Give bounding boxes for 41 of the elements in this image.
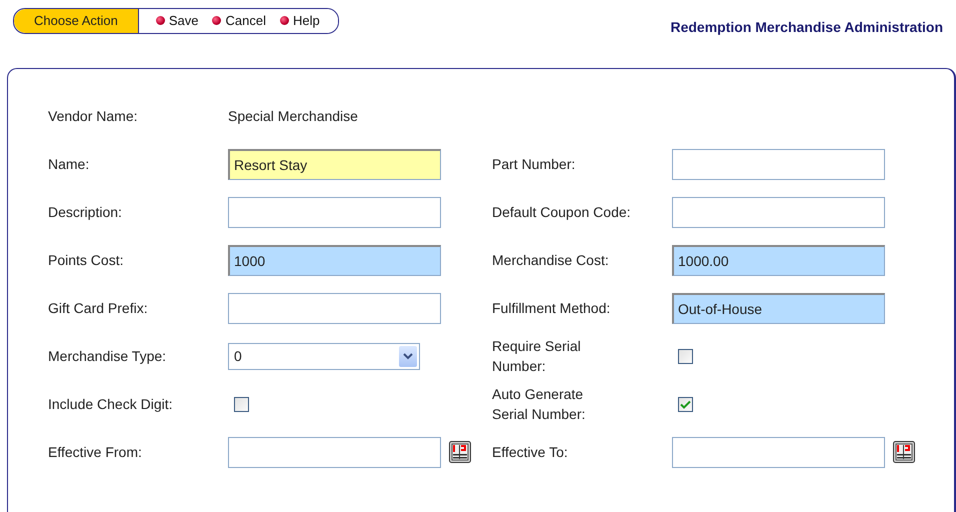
checkbox[interactable] bbox=[678, 348, 693, 364]
checkbox[interactable] bbox=[678, 396, 693, 412]
field-label: Require Serial Number: bbox=[492, 337, 582, 376]
action-link[interactable]: Save bbox=[156, 13, 198, 28]
action-link[interactable]: Cancel bbox=[212, 13, 266, 28]
input-field[interactable] bbox=[228, 196, 441, 228]
input-field[interactable] bbox=[228, 436, 441, 468]
input-field[interactable] bbox=[672, 148, 885, 180]
dropdown-field[interactable]: 0 bbox=[228, 342, 420, 370]
field-label: Part Number: bbox=[492, 155, 576, 174]
input-field[interactable]: Resort Stay bbox=[228, 148, 441, 180]
input-field[interactable] bbox=[228, 292, 441, 324]
checkbox[interactable] bbox=[234, 396, 249, 412]
field-label: Gift Card Prefix: bbox=[48, 299, 149, 318]
action-link[interactable]: Help bbox=[280, 13, 320, 28]
field-label: Points Cost: bbox=[48, 251, 124, 270]
calendar-icon[interactable] bbox=[893, 441, 915, 463]
bullet-icon bbox=[212, 16, 222, 25]
field-label: Name: bbox=[48, 155, 90, 174]
field-label: Default Coupon Code: bbox=[492, 203, 632, 222]
field-label: Effective From: bbox=[48, 443, 143, 462]
field-label: Merchandise Cost: bbox=[492, 251, 610, 270]
bullet-icon bbox=[156, 16, 165, 25]
field-label: Fulfillment Method: bbox=[492, 299, 612, 318]
input-field[interactable]: 1000.00 bbox=[672, 244, 885, 276]
bullet-icon bbox=[280, 16, 289, 25]
page-title: Redemption Merchandise Administration bbox=[670, 18, 943, 34]
field-label: Description: bbox=[48, 203, 123, 222]
field-label: Merchandise Type: bbox=[48, 347, 168, 366]
input-field[interactable]: 1000 bbox=[228, 244, 441, 276]
choose-action-label: Choose Action bbox=[14, 8, 139, 32]
chevron-down-icon bbox=[399, 346, 417, 366]
field-label: Auto Generate Serial Number: bbox=[492, 385, 586, 424]
calendar-icon[interactable] bbox=[449, 441, 471, 463]
vendor-name-value: Special Merchandise bbox=[228, 108, 358, 124]
field-label: Effective To: bbox=[492, 443, 569, 462]
field-label: Include Check Digit: bbox=[48, 395, 174, 414]
input-field[interactable] bbox=[672, 196, 885, 228]
input-field[interactable]: Out-of-House bbox=[672, 292, 885, 324]
field-label: Vendor Name: bbox=[48, 107, 138, 126]
input-field[interactable] bbox=[672, 436, 885, 468]
